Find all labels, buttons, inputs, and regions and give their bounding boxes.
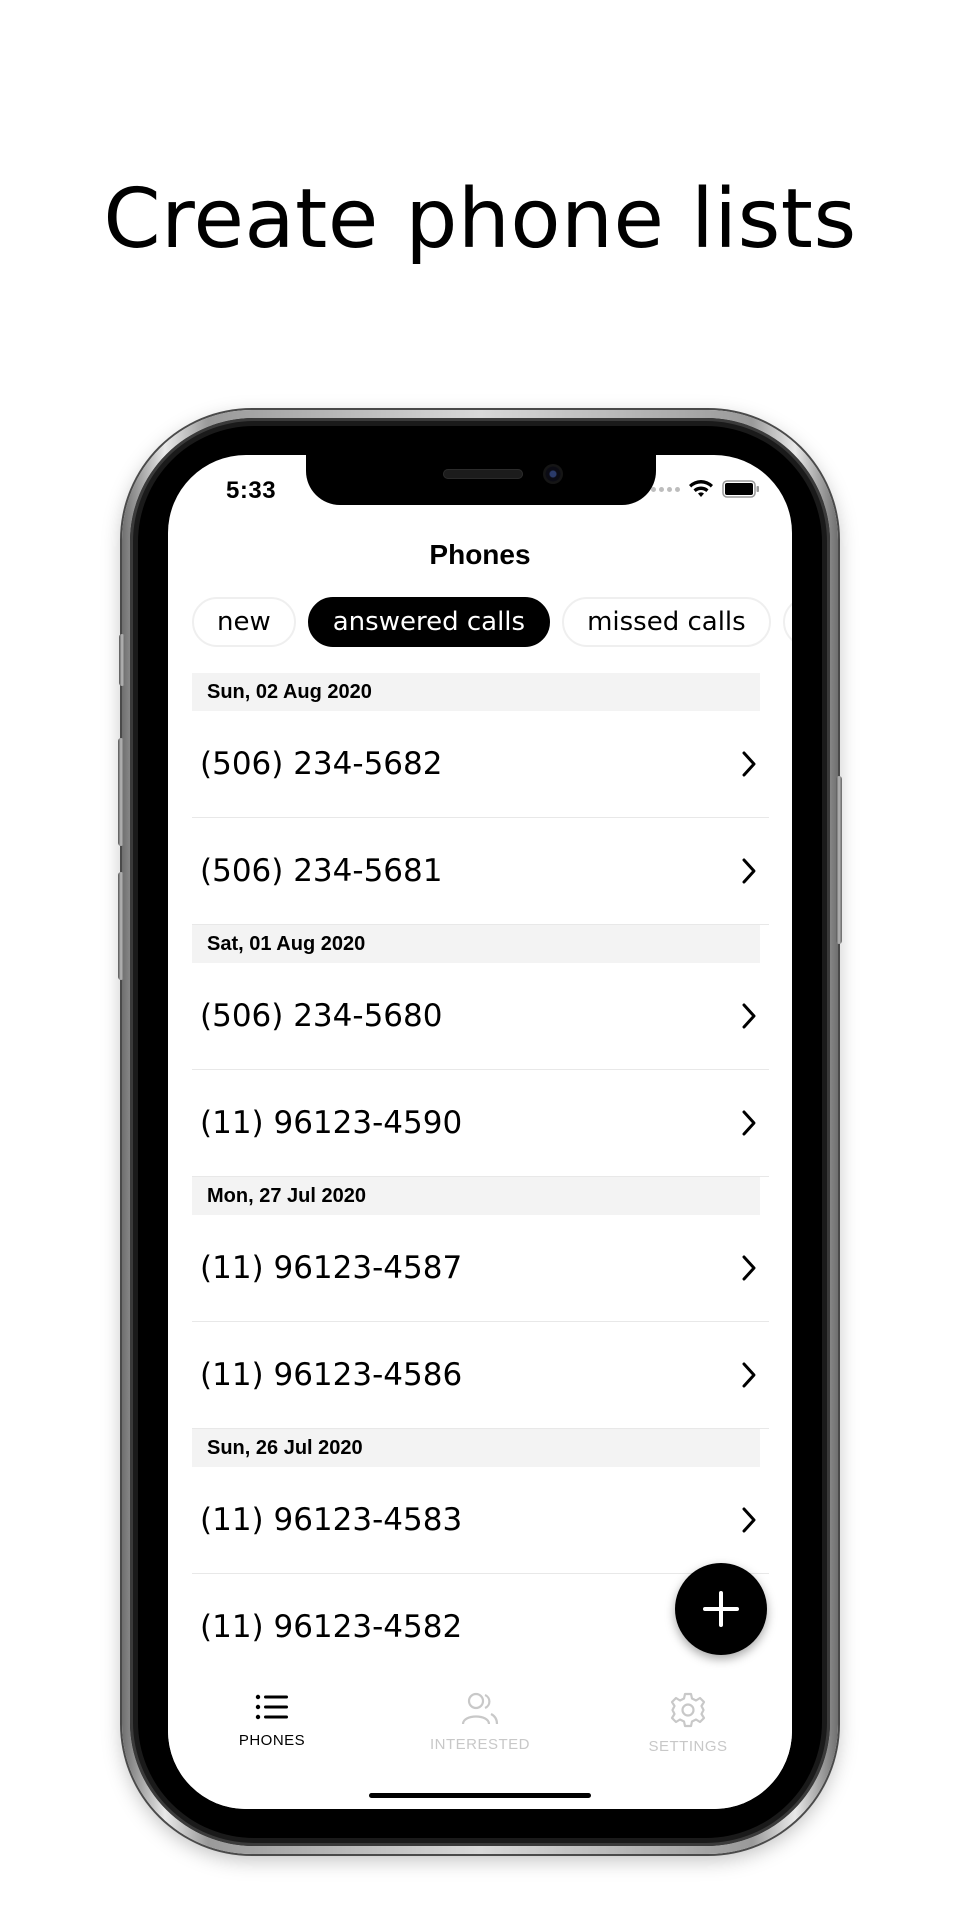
- chip-answered-calls[interactable]: answered calls: [307, 597, 551, 647]
- chip-new[interactable]: new: [192, 597, 296, 647]
- power-button: [836, 776, 842, 944]
- phone-number: (11) 96123-4583: [200, 1502, 463, 1538]
- tab-label: PHONES: [238, 1732, 306, 1749]
- chip-missed-calls[interactable]: missed calls: [562, 597, 771, 647]
- filter-chips: new answered calls missed calls d: [192, 597, 792, 649]
- home-indicator: [369, 1793, 591, 1798]
- volume-up-button: [118, 738, 124, 846]
- phone-list: Sun, 02 Aug 2020 (506) 234-5682 (506) 23…: [192, 673, 769, 1681]
- status-time: 5:33: [226, 477, 277, 504]
- phone-number: (11) 96123-4582: [200, 1609, 463, 1645]
- phone-row[interactable]: (11) 96123-4587: [192, 1215, 769, 1322]
- tab-label: INTERESTED: [429, 1736, 530, 1753]
- volume-down-button: [118, 872, 124, 980]
- front-camera: [543, 464, 563, 484]
- phone-number: (11) 96123-4590: [200, 1105, 463, 1141]
- phone-number: (506) 234-5681: [200, 853, 443, 889]
- chip-more[interactable]: d: [782, 597, 792, 647]
- phone-row[interactable]: (11) 96123-4586: [192, 1322, 769, 1429]
- status-icons: [651, 479, 760, 499]
- notch: [306, 455, 656, 505]
- chevron-right-icon: [741, 1506, 757, 1534]
- phone-number: (11) 96123-4586: [200, 1357, 463, 1393]
- phone-row[interactable]: (506) 234-5682: [192, 711, 769, 818]
- phone-number: (506) 234-5682: [200, 746, 443, 782]
- tab-interested[interactable]: INTERESTED: [376, 1680, 584, 1809]
- plus-icon: [703, 1591, 739, 1627]
- speaker-grille: [443, 469, 523, 479]
- wifi-icon: [689, 480, 713, 497]
- list-icon: [255, 1694, 288, 1720]
- phone-number: (506) 234-5680: [200, 998, 443, 1034]
- section-header: Sat, 01 Aug 2020: [192, 925, 760, 963]
- phone-screen: 5:33 Phones new answered calls missed ca…: [168, 455, 792, 1809]
- phone-row[interactable]: (506) 234-5680: [192, 963, 769, 1070]
- phone-row[interactable]: (11) 96123-4590: [192, 1070, 769, 1177]
- add-phone-button[interactable]: [675, 1563, 767, 1655]
- chevron-right-icon: [741, 750, 757, 778]
- phone-row[interactable]: (11) 96123-4583: [192, 1467, 769, 1574]
- people-icon: [461, 1692, 499, 1725]
- tab-label: SETTINGS: [648, 1738, 728, 1755]
- page-title: Phones: [429, 539, 531, 570]
- chevron-right-icon: [741, 1109, 757, 1137]
- battery-icon: [722, 480, 759, 498]
- section-header: Sun, 02 Aug 2020: [192, 673, 760, 711]
- gear-icon: [670, 1692, 706, 1728]
- tab-bar: PHONES INTERESTED SETTINGS: [168, 1680, 792, 1809]
- chevron-right-icon: [741, 1254, 757, 1282]
- chevron-right-icon: [741, 1002, 757, 1030]
- phone-row[interactable]: (506) 234-5681: [192, 818, 769, 925]
- mute-switch: [119, 634, 125, 686]
- chevron-right-icon: [741, 857, 757, 885]
- signal-icon: [651, 486, 680, 492]
- promo-headline: Create phone lists: [103, 172, 857, 267]
- tab-settings[interactable]: SETTINGS: [584, 1680, 792, 1809]
- section-header: Mon, 27 Jul 2020: [192, 1177, 760, 1215]
- chevron-right-icon: [741, 1361, 757, 1389]
- phone-number: (11) 96123-4587: [200, 1250, 463, 1286]
- section-header: Sun, 26 Jul 2020: [192, 1429, 760, 1467]
- tab-phones[interactable]: PHONES: [168, 1680, 376, 1809]
